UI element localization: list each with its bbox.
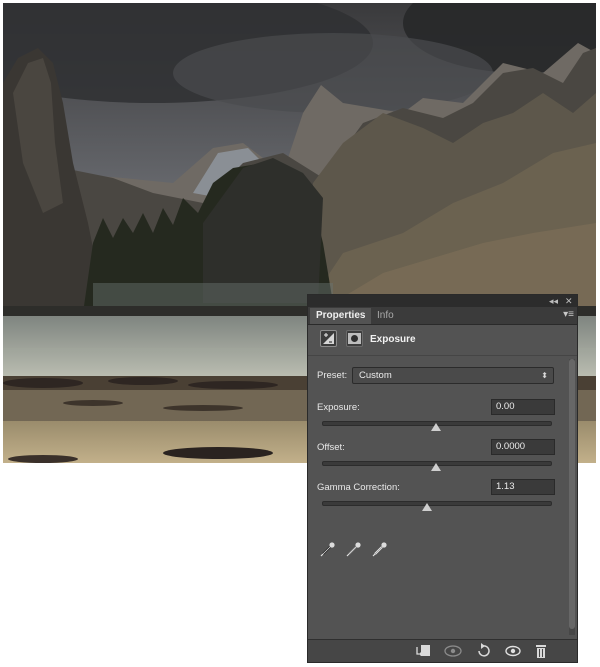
tab-properties[interactable]: Properties <box>310 308 372 324</box>
adjustment-title: Exposure <box>370 334 416 345</box>
exposure-label: Exposure: <box>317 402 360 413</box>
panel-footer <box>308 639 577 662</box>
adjustment-controls: Preset: Custom ⬍ Exposure: 0.00 Offset: … <box>308 357 570 637</box>
gamma-slider-track[interactable] <box>322 501 552 506</box>
properties-panel: ◂◂ ✕ Properties Info ▾≡ Exposure Preset:… <box>307 294 578 663</box>
offset-slider-thumb[interactable] <box>431 463 441 471</box>
dropdown-arrow-icon: ⬍ <box>541 371 548 380</box>
clip-to-layer-icon[interactable] <box>412 642 434 660</box>
gamma-slider-thumb[interactable] <box>422 503 432 511</box>
panel-scrollbar[interactable] <box>569 359 575 635</box>
scrollbar-thumb[interactable] <box>569 359 575 629</box>
gray-point-eyedropper-icon[interactable] <box>346 541 362 557</box>
toggle-visibility-icon[interactable] <box>502 642 524 660</box>
gamma-correction-value: 1.13 <box>496 481 515 492</box>
panel-title-bar: ◂◂ ✕ <box>308 295 577 307</box>
exposure-input[interactable]: 0.00 <box>491 399 555 415</box>
exposure-value: 0.00 <box>496 401 515 412</box>
exposure-adjustment-icon[interactable] <box>320 330 337 347</box>
reset-adjustment-icon[interactable] <box>472 642 494 660</box>
layer-mask-icon[interactable] <box>346 330 363 347</box>
white-point-eyedropper-icon[interactable] <box>372 541 388 557</box>
panel-menu-icon[interactable]: ▾≡ <box>563 309 574 320</box>
preset-dropdown[interactable]: Custom ⬍ <box>352 367 554 384</box>
offset-label: Offset: <box>317 442 345 453</box>
offset-input[interactable]: 0.0000 <box>491 439 555 455</box>
close-panel-icon[interactable]: ✕ <box>565 295 573 307</box>
gamma-correction-input[interactable]: 1.13 <box>491 479 555 495</box>
collapse-panel-icon[interactable]: ◂◂ <box>549 295 558 307</box>
adjustment-header: Exposure <box>308 325 577 356</box>
exposure-slider-thumb[interactable] <box>431 423 441 431</box>
panel-tab-bar: Properties Info ▾≡ <box>308 307 577 325</box>
view-previous-state-icon[interactable] <box>442 642 464 660</box>
tab-info[interactable]: Info <box>371 308 400 324</box>
black-point-eyedropper-icon[interactable] <box>320 541 336 557</box>
offset-value: 0.0000 <box>496 441 526 452</box>
delete-adjustment-icon[interactable] <box>530 642 552 660</box>
preset-label: Preset: <box>317 370 348 381</box>
gamma-correction-label: Gamma Correction: <box>317 482 400 493</box>
preset-value: Custom <box>359 370 392 381</box>
